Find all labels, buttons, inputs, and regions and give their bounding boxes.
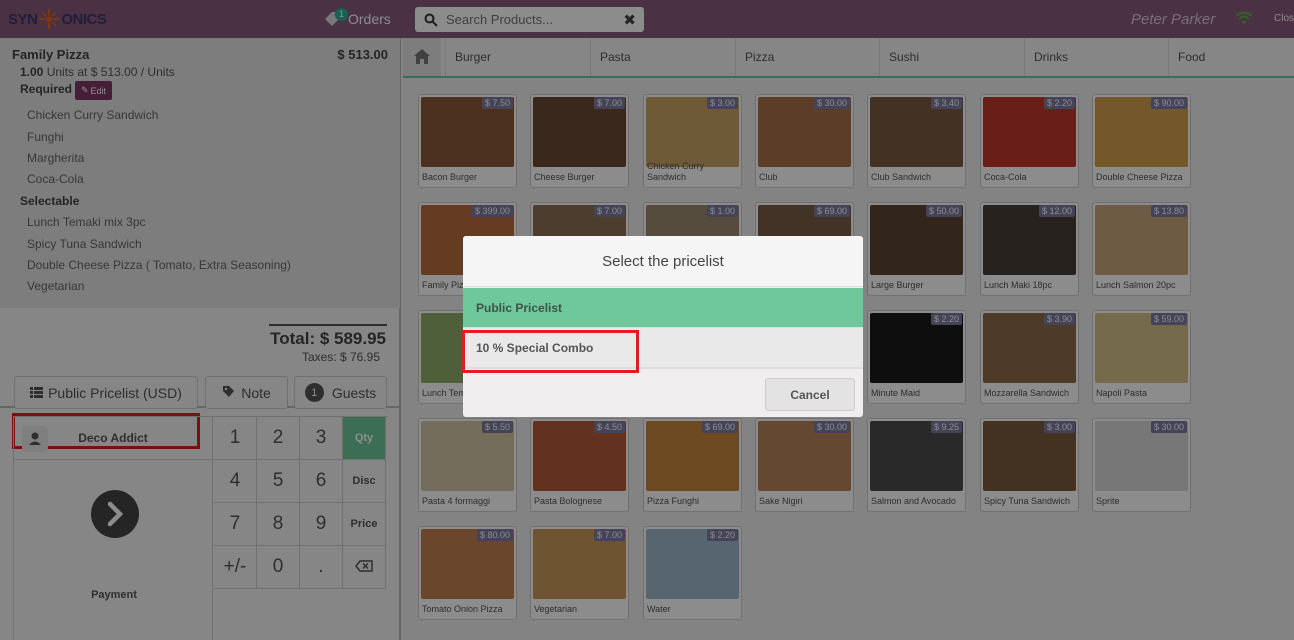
dialog-title: Select the pricelist [463,236,863,287]
cancel-button[interactable]: Cancel [765,378,855,411]
pricelist-option-public[interactable]: Public Pricelist [463,288,863,328]
dialog-footer: Cancel [463,368,863,417]
special-combo-highlight [462,330,639,373]
pricelist-dialog: Select the pricelist Public Pricelist 10… [463,236,863,417]
